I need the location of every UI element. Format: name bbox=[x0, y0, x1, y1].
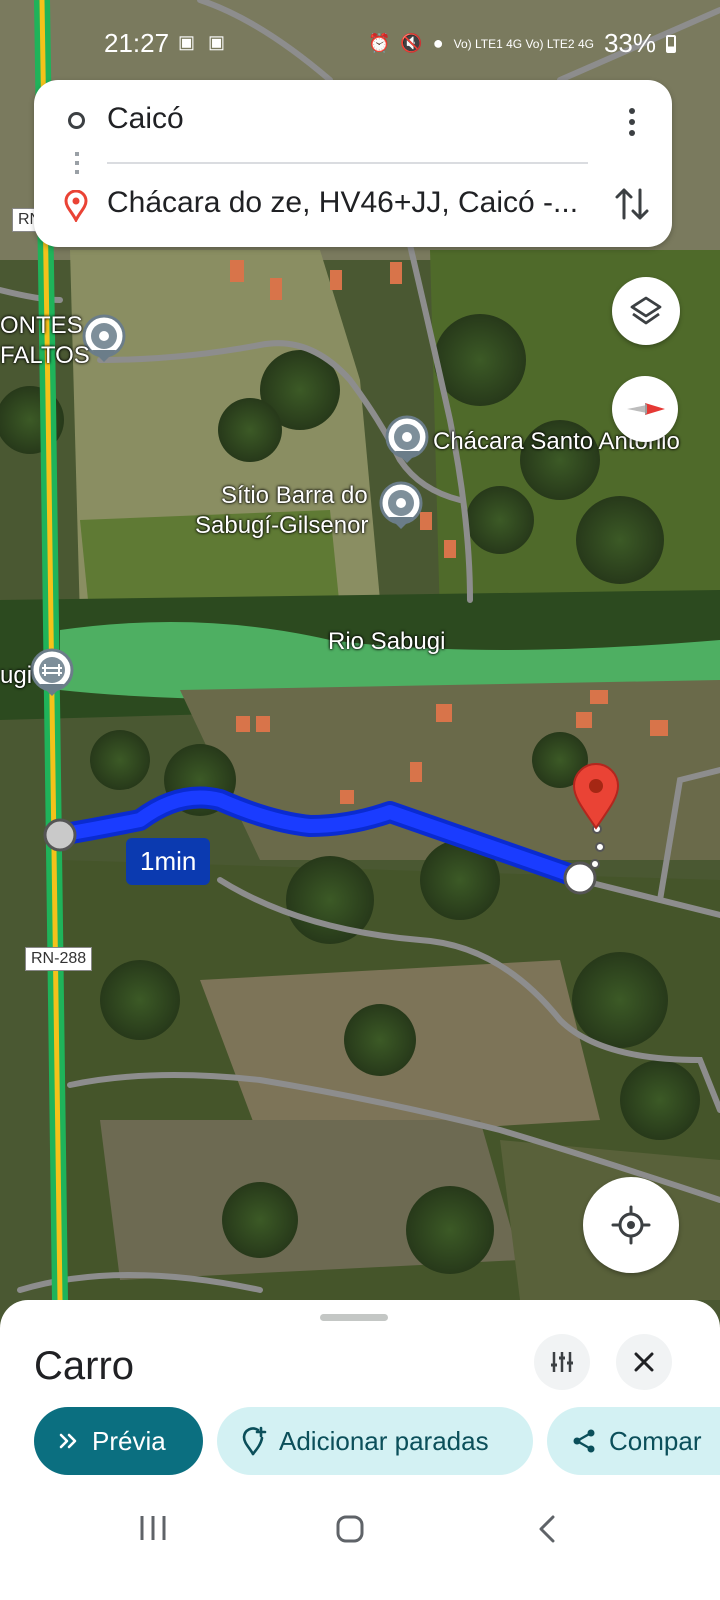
recent-apps-icon bbox=[140, 1516, 166, 1540]
battery-icon bbox=[666, 34, 676, 53]
road-shield: RN-288 bbox=[25, 947, 93, 971]
route-duration-label[interactable]: 1min bbox=[126, 838, 211, 885]
alarm-icon: ⏰ bbox=[367, 33, 391, 53]
notification-icons: ▣ ▣ bbox=[178, 32, 230, 52]
route-connector bbox=[75, 152, 79, 178]
close-button[interactable] bbox=[616, 1334, 672, 1390]
layers-button[interactable] bbox=[612, 277, 680, 345]
divider bbox=[107, 162, 588, 164]
network-indicator: Vo) LTE1 4G Vo) LTE2 4G bbox=[453, 36, 594, 51]
destination-pin-icon bbox=[64, 190, 88, 222]
swap-vertical-icon[interactable] bbox=[612, 180, 652, 228]
home-icon bbox=[336, 1515, 364, 1543]
more-options-button[interactable] bbox=[614, 102, 650, 142]
map-place-label: ugi bbox=[0, 662, 33, 689]
tune-icon bbox=[551, 1352, 573, 1372]
add-stops-label: Adicionar paradas bbox=[279, 1425, 489, 1456]
status-indicators: ⏰ 🔇 ● Vo) LTE1 4G Vo) LTE2 4G 33% bbox=[368, 28, 676, 59]
preview-label: Prévia bbox=[92, 1425, 166, 1456]
river-label: Rio Sabugi bbox=[328, 628, 446, 655]
map-place-label: FALTOS bbox=[0, 342, 90, 369]
recent-apps-button[interactable] bbox=[138, 1514, 168, 1542]
origin-field[interactable]: Caicó bbox=[107, 102, 184, 136]
map-place-label: ONTES bbox=[0, 312, 83, 339]
travel-mode-title: Carro bbox=[34, 1344, 135, 1388]
preview-button[interactable]: Prévia bbox=[34, 1407, 203, 1475]
origin-circle-icon bbox=[68, 112, 85, 129]
close-icon bbox=[634, 1352, 654, 1372]
sheet-drag-handle[interactable] bbox=[320, 1314, 388, 1321]
add-location-icon bbox=[241, 1426, 267, 1456]
destination-field[interactable]: Chácara do ze, HV46+JJ, Caicó -... bbox=[107, 186, 578, 220]
system-nav-bar bbox=[0, 1480, 720, 1600]
back-button[interactable] bbox=[536, 1514, 558, 1544]
double-chevron-icon bbox=[58, 1431, 80, 1451]
back-icon bbox=[539, 1515, 555, 1543]
share-icon bbox=[571, 1428, 597, 1454]
compass-button[interactable] bbox=[612, 376, 678, 442]
my-location-button[interactable] bbox=[583, 1177, 679, 1273]
route-options-button[interactable] bbox=[534, 1334, 590, 1390]
mute-icon: 🔇 bbox=[400, 33, 423, 53]
map-place-label[interactable]: Sabugí-Gilsenor bbox=[195, 512, 368, 540]
status-time: 21:27 bbox=[104, 28, 170, 58]
share-button[interactable]: Compar bbox=[547, 1407, 720, 1475]
more-vert-icon bbox=[629, 108, 635, 114]
add-stops-button[interactable]: Adicionar paradas bbox=[217, 1407, 533, 1475]
status-bar: 21:27 ▣ ▣ ⏰ 🔇 ● Vo) LTE1 4G Vo) LTE2 4G … bbox=[0, 20, 720, 66]
battery-level: 33% bbox=[603, 28, 656, 58]
map-place-label[interactable]: Sítio Barra do bbox=[221, 482, 368, 510]
share-label: Compar bbox=[609, 1425, 702, 1456]
compass-icon bbox=[627, 403, 665, 415]
my-location-icon bbox=[611, 1205, 651, 1245]
layers-icon bbox=[630, 296, 662, 325]
location-icon: ● bbox=[432, 33, 444, 53]
home-button[interactable] bbox=[335, 1514, 365, 1544]
directions-card: Caicó Chácara do ze, HV46+JJ, Caicó -... bbox=[34, 80, 672, 247]
